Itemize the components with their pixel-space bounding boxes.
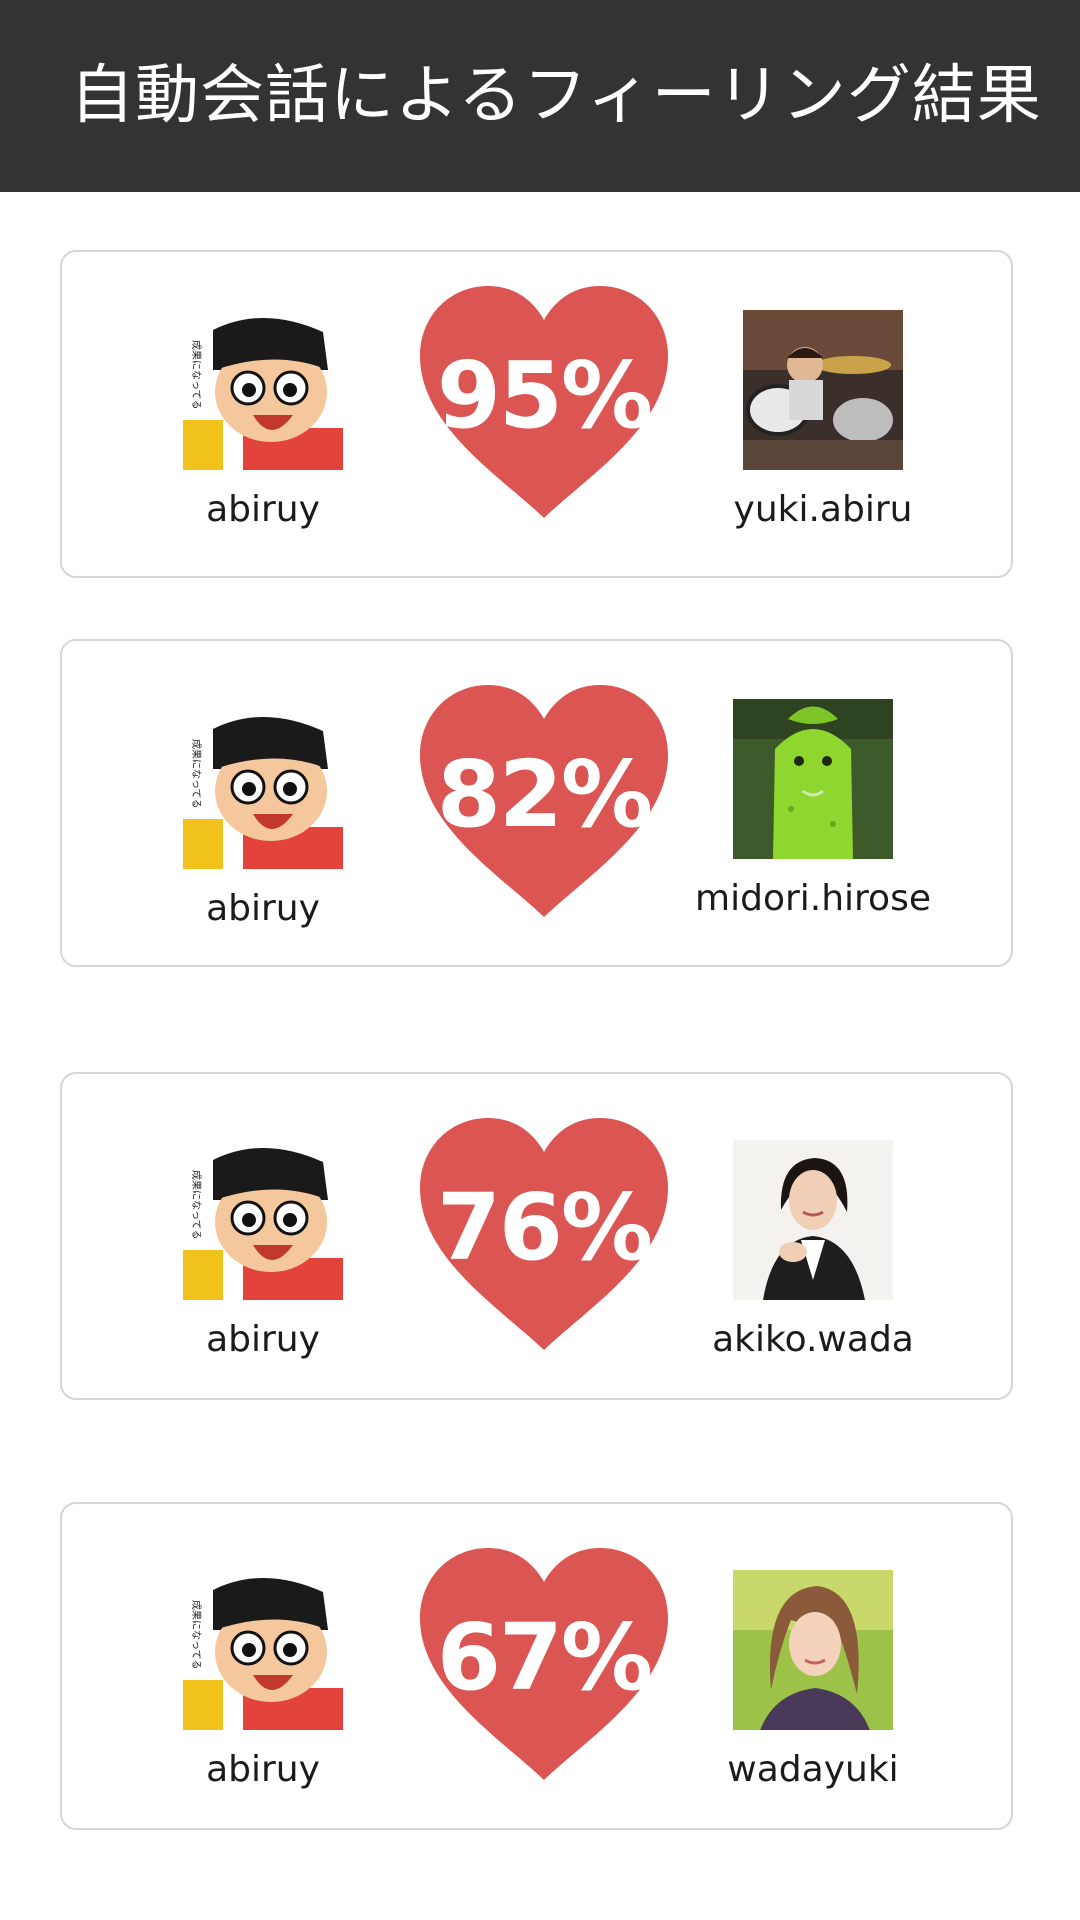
result-card[interactable]: 成果になってる abiruy 76% akiko.wada (60, 1072, 1013, 1400)
right-user-name: midori.hirose (695, 878, 931, 919)
left-user-name: abiruy (206, 1749, 320, 1790)
left-user-avatar[interactable]: 成果になってる (183, 1140, 343, 1300)
right-user-name: yuki.abiru (733, 489, 913, 530)
right-user-avatar[interactable] (733, 1570, 893, 1730)
score-heart-icon: 76% (420, 1118, 668, 1350)
result-card[interactable]: 成果になってる abiruy 67% wadayuki (60, 1502, 1013, 1830)
left-user-name: abiruy (206, 888, 320, 929)
left-user-avatar[interactable]: 成果になってる (183, 310, 343, 470)
compatibility-score: 82% (436, 741, 653, 848)
left-user-name: abiruy (206, 1319, 320, 1360)
right-user-avatar[interactable] (733, 1140, 893, 1300)
app-header: 自動会話によるフィーリング結果 (0, 0, 1080, 192)
svg-text:成果になってる: 成果になってる (190, 1600, 202, 1670)
right-user-name: wadayuki (727, 1749, 899, 1790)
left-user-avatar[interactable]: 成果になってる (183, 1570, 343, 1730)
page-title: 自動会話によるフィーリング結果 (70, 59, 1042, 133)
svg-text:成果になってる: 成果になってる (190, 739, 202, 809)
left-user-name: abiruy (206, 489, 320, 530)
compatibility-score: 67% (436, 1604, 653, 1711)
right-user-name: akiko.wada (712, 1319, 914, 1360)
result-card[interactable]: 成果になってる abiruy 95% yuki.abiru (60, 250, 1013, 578)
compatibility-score: 95% (436, 342, 653, 449)
left-user-avatar[interactable]: 成果になってる (183, 709, 343, 869)
score-heart-icon: 82% (420, 685, 668, 917)
svg-text:成果になってる: 成果になってる (190, 1170, 202, 1240)
svg-text:成果になってる: 成果になってる (190, 340, 202, 410)
score-heart-icon: 67% (420, 1548, 668, 1780)
right-user-avatar[interactable] (733, 699, 893, 859)
result-card[interactable]: 成果になってる abiruy 82% midori.hirose (60, 639, 1013, 967)
right-user-avatar[interactable] (743, 310, 903, 470)
compatibility-score: 76% (436, 1174, 653, 1281)
score-heart-icon: 95% (420, 286, 668, 518)
